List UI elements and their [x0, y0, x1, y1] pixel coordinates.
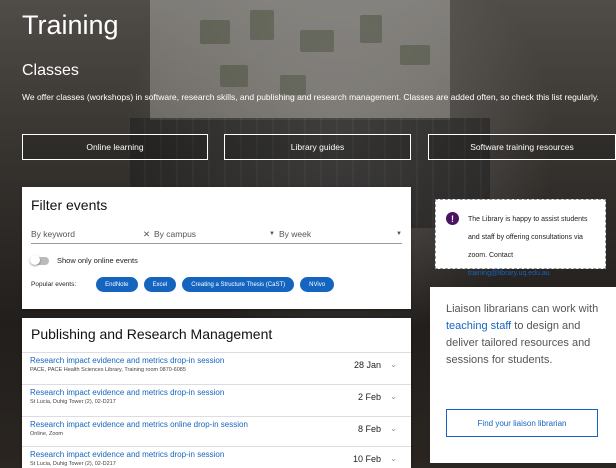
popular-events: Popular events: EndNote Excel Creating a…: [31, 277, 335, 292]
zoom-consultation-alert: ! The Library is happy to assist student…: [435, 199, 606, 277]
chip-cast[interactable]: Creating a Structure Thesis (CaST): [182, 277, 295, 292]
liaison-text: Liaison librarians can work with teachin…: [446, 301, 600, 369]
liaison-text-start: Liaison librarians can work with: [446, 303, 599, 315]
campus-select[interactable]: By campus: [154, 229, 196, 239]
chevron-down-icon[interactable]: ▼: [396, 231, 402, 237]
event-date: 2 Feb: [357, 392, 381, 402]
page-intro: We offer classes (workshops) in software…: [22, 92, 599, 102]
event-row[interactable]: Research impact evidence and metrics dro…: [22, 384, 411, 416]
clear-keyword-icon[interactable]: ✕: [143, 229, 150, 240]
chevron-down-icon[interactable]: ⌄: [390, 424, 397, 433]
chevron-down-icon[interactable]: ⌄: [390, 454, 397, 463]
event-title[interactable]: Research impact evidence and metrics dro…: [30, 450, 224, 459]
keyword-input[interactable]: By keyword: [31, 229, 75, 239]
toggle-track[interactable]: [30, 254, 49, 265]
popular-events-label: Popular events:: [31, 281, 77, 288]
event-title[interactable]: Research impact evidence and metrics dro…: [30, 388, 224, 397]
alert-icon: !: [446, 212, 459, 225]
chevron-down-icon[interactable]: ⌄: [390, 360, 397, 369]
filter-row: By keyword ✕ By campus ▼ By week ▼: [31, 229, 402, 244]
alert-text: The Library is happy to assist students …: [468, 216, 588, 259]
chip-endnote[interactable]: EndNote: [96, 277, 138, 292]
page-title: Training: [22, 10, 119, 40]
teaching-staff-link[interactable]: teaching staff: [446, 320, 511, 332]
event-location: St Lucia, Duhig Tower (2), 02-D217: [30, 461, 116, 467]
chevron-down-icon[interactable]: ⌄: [390, 392, 397, 401]
event-location: Online, Zoom: [30, 431, 64, 437]
library-guides-button[interactable]: Library guides: [224, 134, 411, 160]
event-location: PACE, PACE Health Sciences Library, Trai…: [30, 367, 186, 373]
training-email-link[interactable]: training@library.uq.edu.au: [468, 270, 550, 277]
week-select[interactable]: By week: [279, 229, 311, 239]
event-title[interactable]: Research impact evidence and metrics onl…: [30, 420, 248, 429]
publishing-title: Publishing and Research Management: [31, 326, 273, 342]
publishing-events-panel: Publishing and Research Management Resea…: [22, 318, 411, 468]
event-location: St Lucia, Duhig Tower (2), 02-D217: [30, 399, 116, 405]
chip-excel[interactable]: Excel: [143, 277, 177, 292]
software-training-resources-button[interactable]: Software training resources: [428, 134, 616, 160]
find-liaison-librarian-button[interactable]: Find your liaison librarian: [446, 409, 598, 437]
filter-title: Filter events: [31, 197, 108, 213]
event-row[interactable]: Research impact evidence and metrics onl…: [22, 416, 411, 448]
toggle-knob[interactable]: [30, 254, 40, 265]
event-date: 8 Feb: [357, 424, 381, 434]
online-only-toggle[interactable]: Show only online events: [30, 254, 138, 265]
page-subtitle: Classes: [22, 62, 79, 79]
liaison-panel: Liaison librarians can work with teachin…: [430, 287, 616, 463]
filter-events-panel: Filter events By keyword ✕ By campus ▼ B…: [22, 187, 411, 309]
event-title[interactable]: Research impact evidence and metrics dro…: [30, 356, 224, 365]
chip-nvivo[interactable]: NVivo: [300, 277, 335, 292]
online-only-label: Show only online events: [57, 256, 138, 265]
event-row[interactable]: Research impact evidence and metrics dro…: [22, 446, 411, 468]
online-learning-button[interactable]: Online learning: [22, 134, 208, 160]
event-date: 28 Jan: [353, 360, 381, 370]
event-row[interactable]: Research impact evidence and metrics dro…: [22, 352, 411, 384]
chevron-down-icon[interactable]: ▼: [269, 231, 275, 237]
